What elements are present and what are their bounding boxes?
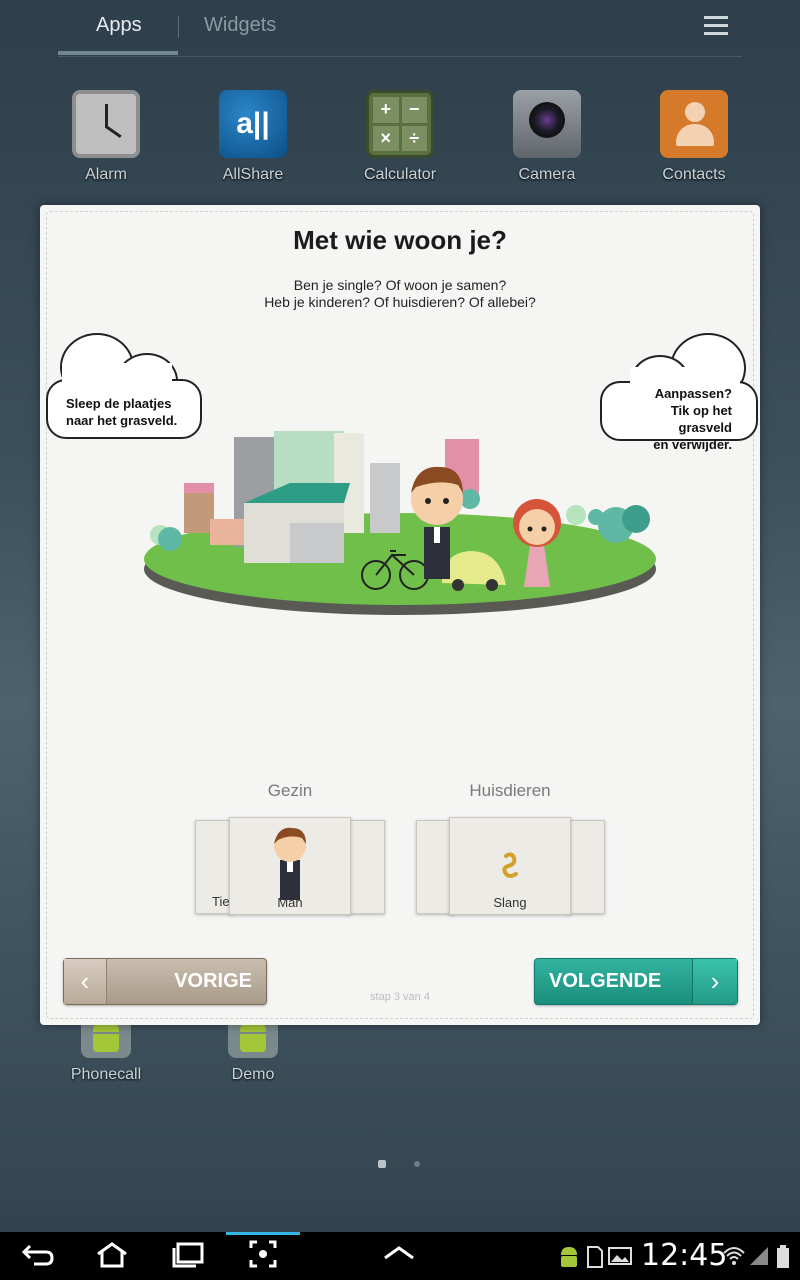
allshare-icon: a|| [219,90,287,158]
category-label-pets: Huisdieren [469,781,551,800]
card-caption: Man [277,895,303,910]
app-label: Calculator [363,166,437,183]
subtitle-line: Ben je single? Of woon je samen? [293,277,507,293]
cloud-line: Sleep de plaatjes [66,396,172,411]
calc-key: − [401,97,427,123]
up-arrow-icon[interactable] [371,1240,427,1272]
dialog-title: Met wie woon je? [293,225,507,255]
card-caption: Slang [493,895,527,910]
page-indicator-active [378,1160,386,1168]
app-label: Camera [518,166,576,183]
app-alarm[interactable]: Alarm [46,90,166,184]
screen-capture-icon[interactable] [235,1240,291,1272]
page-indicator [414,1161,420,1167]
app-allshare[interactable]: a|| AllShare [193,90,313,184]
subtitle-line: Heb je kinderen? Of huisdieren? Of alleb… [264,294,536,310]
app-label: Alarm [85,166,127,183]
snake-thumbnail-icon [502,852,518,878]
calc-key: ÷ [401,125,427,151]
grass-field-scene[interactable] [140,427,660,627]
app-contacts[interactable]: Contacts [634,90,754,184]
next-label: VOLGENDE [549,970,662,992]
menu-icon[interactable] [704,16,728,40]
tab-active-indicator [58,51,178,55]
app-calculator[interactable]: + − × ÷ Calculator [340,90,460,184]
system-bar: 12:45 [0,1232,800,1280]
calculator-icon: + − × ÷ [366,90,434,158]
home-icon[interactable] [84,1240,140,1272]
contacts-icon [660,90,728,158]
calc-key: + [373,97,399,123]
onboarding-dialog: Met wie woon je? Ben je single? Of woon … [40,205,760,1025]
launcher-tabbar: Apps Widgets [58,0,742,57]
signal-icon [748,1245,770,1272]
wifi-icon [722,1245,746,1272]
gallery-icon [608,1245,632,1272]
previous-label: VORIGE [174,970,252,992]
android-debug-icon [558,1245,580,1274]
next-button[interactable]: VOLGENDE › [534,958,738,1005]
recent-apps-icon[interactable] [160,1240,216,1272]
carousel-card-behind[interactable]: Tie [195,820,233,914]
app-label: Contacts [662,166,726,183]
cloud-left-text: Sleep de plaatjes naar het grasveld. [66,395,177,429]
app-label: Demo [231,1066,275,1083]
carousel-card-behind[interactable] [567,820,605,914]
tab-divider [178,16,179,38]
back-icon[interactable] [10,1240,66,1272]
battery-icon [776,1245,790,1274]
sd-card-icon [586,1245,604,1274]
app-label: Phonecall [70,1066,142,1083]
app-camera[interactable]: Camera [487,90,607,184]
carousel-card-man[interactable]: Man [229,817,351,915]
status-clock: 12:45 [641,1238,728,1273]
calc-key: × [373,125,399,151]
cloud-line: Aanpassen? [654,386,732,401]
tab-apps[interactable]: Apps [96,14,142,37]
man-thumbnail-icon [274,827,306,900]
tab-widgets[interactable]: Widgets [204,14,276,37]
app-label: AllShare [222,166,284,183]
alarm-clock-icon [72,90,140,158]
screen-capture-active-indicator [226,1232,300,1235]
dialog-subtitle: Ben je single? Of woon je samen? Heb je … [40,277,760,311]
category-label-family: Gezin [267,781,313,800]
chevron-right-icon: › [692,959,737,1004]
camera-icon [513,90,581,158]
carousel-card-snake[interactable]: Slang [449,817,571,915]
carousel-card-behind[interactable] [347,820,385,914]
